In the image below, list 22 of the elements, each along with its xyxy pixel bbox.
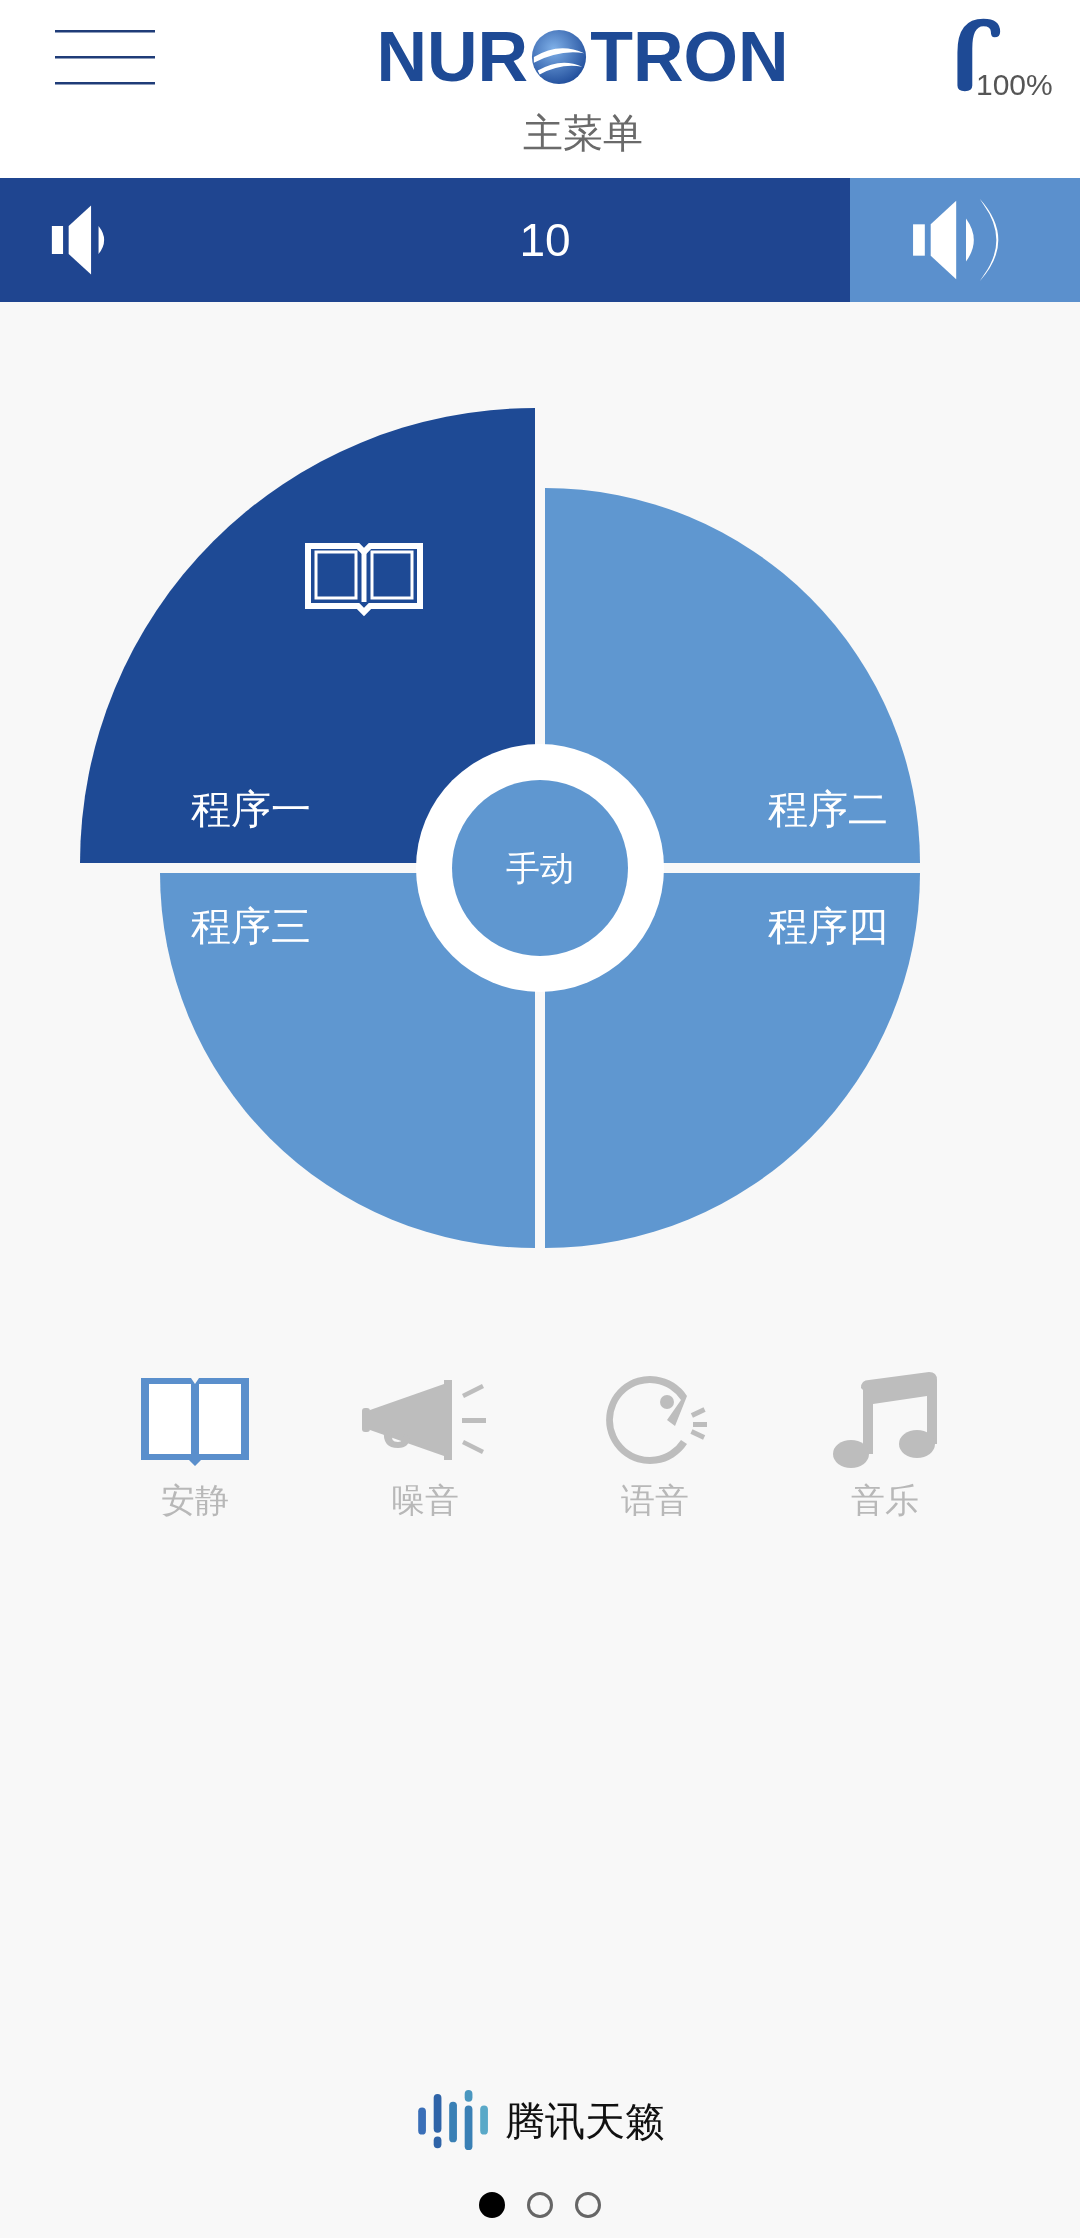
program-label: 程序三 bbox=[191, 903, 311, 949]
globe-logo-icon bbox=[530, 28, 589, 86]
manual-button[interactable]: 手动 bbox=[452, 780, 628, 956]
page-indicator-dot[interactable] bbox=[575, 2192, 601, 2218]
brand-name: 腾讯天籁 bbox=[505, 2096, 665, 2146]
mode-button[interactable]: 音乐 bbox=[800, 1370, 970, 1524]
volume-value: 10 bbox=[518, 213, 572, 268]
page-indicator-dot[interactable] bbox=[479, 2192, 505, 2218]
mode-button[interactable]: 安静 bbox=[110, 1370, 280, 1524]
book-icon bbox=[305, 543, 423, 617]
brand-logo-text: TRON bbox=[590, 22, 789, 92]
volume-up-button[interactable] bbox=[850, 178, 1080, 302]
menu-icon[interactable] bbox=[55, 28, 155, 88]
program-label: 程序四 bbox=[768, 903, 888, 949]
brand-logo-text: NUR bbox=[376, 22, 529, 92]
mode-button[interactable]: 噪音 bbox=[340, 1370, 510, 1524]
page-indicator-dot[interactable] bbox=[527, 2192, 553, 2218]
mode-button[interactable]: 语音 bbox=[570, 1370, 740, 1524]
battery-level: 100% bbox=[976, 68, 1053, 102]
program-label: 程序一 bbox=[191, 786, 311, 832]
program-label: 程序二 bbox=[768, 786, 888, 832]
page-title: 主菜单 bbox=[522, 109, 643, 158]
